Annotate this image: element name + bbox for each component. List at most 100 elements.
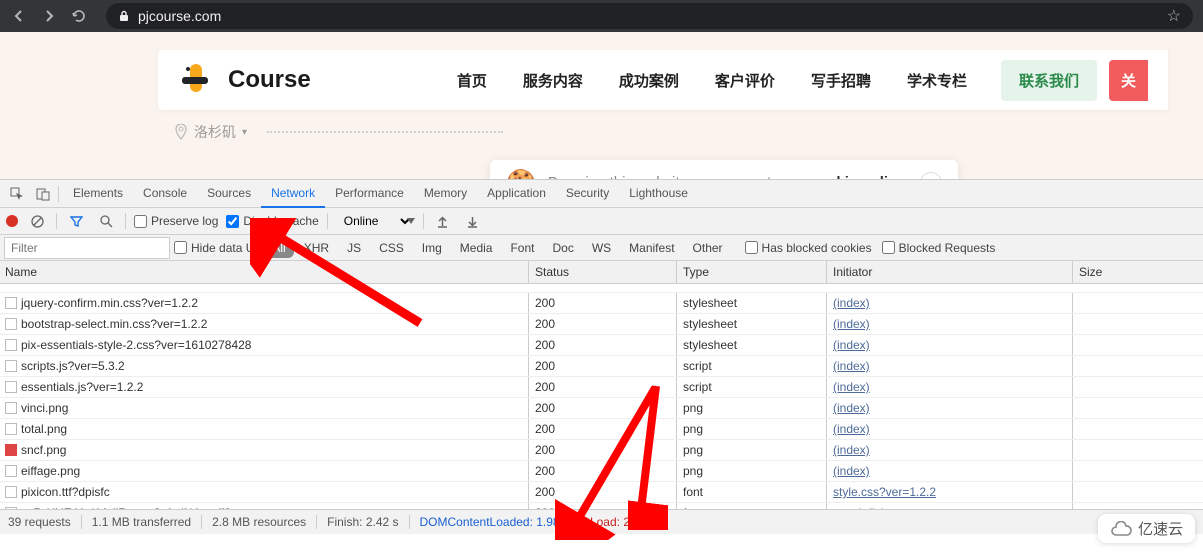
file-icon bbox=[5, 360, 17, 372]
resource-type-chip[interactable]: JS bbox=[339, 238, 369, 258]
devtools-tab[interactable]: Memory bbox=[414, 180, 477, 207]
resource-size bbox=[1073, 419, 1203, 439]
cookie-prefix: By using this website, you agree to our bbox=[548, 174, 810, 179]
resource-name: sncf.png bbox=[21, 443, 66, 457]
search-icon[interactable] bbox=[95, 210, 117, 232]
cookie-close-button[interactable]: ✕ bbox=[920, 172, 942, 180]
resource-size bbox=[1073, 356, 1203, 376]
initiator-link[interactable]: (index) bbox=[833, 380, 870, 394]
initiator-link[interactable]: (index) bbox=[833, 338, 870, 352]
table-row[interactable]: xn7gYHE41ni1AdlRggexSvfedN4.woff2200font… bbox=[0, 503, 1203, 509]
url-bar[interactable]: pjcourse.com ☆ bbox=[106, 3, 1193, 29]
col-status[interactable]: Status bbox=[529, 261, 677, 283]
col-type[interactable]: Type bbox=[677, 261, 827, 283]
nav-link[interactable]: 服务内容 bbox=[523, 70, 583, 91]
file-icon bbox=[5, 465, 17, 477]
forward-button[interactable] bbox=[40, 7, 58, 25]
cookie-icon: 🍪 bbox=[506, 168, 536, 179]
devtools-tab[interactable]: Console bbox=[133, 180, 197, 207]
devtools-tab[interactable]: Security bbox=[556, 180, 619, 207]
table-row[interactable]: sncf.png200png(index) bbox=[0, 440, 1203, 461]
initiator-link[interactable]: (index) bbox=[833, 317, 870, 331]
table-row[interactable]: total.png200png(index) bbox=[0, 419, 1203, 440]
nav-link[interactable]: 客户评价 bbox=[715, 70, 775, 91]
col-name[interactable]: Name bbox=[0, 261, 529, 283]
resource-size bbox=[1073, 314, 1203, 334]
resource-type-chip[interactable]: Manifest bbox=[621, 238, 682, 258]
devtools-tab[interactable]: Lighthouse bbox=[619, 180, 698, 207]
clear-button[interactable] bbox=[26, 210, 48, 232]
about-button[interactable]: 关 bbox=[1109, 60, 1148, 101]
region-label[interactable]: 洛杉矶 bbox=[194, 122, 236, 142]
file-icon bbox=[5, 486, 17, 498]
table-row[interactable]: jquery-confirm.min.css?ver=1.2.2200style… bbox=[0, 293, 1203, 314]
resource-name: bootstrap-select.min.css?ver=1.2.2 bbox=[21, 317, 207, 331]
nav-link[interactable]: 写手招聘 bbox=[811, 70, 871, 91]
file-icon bbox=[5, 318, 17, 330]
resource-type-chip[interactable]: Other bbox=[685, 238, 731, 258]
resource-type-chip[interactable]: Doc bbox=[544, 238, 581, 258]
nav-link[interactable]: 学术专栏 bbox=[907, 70, 967, 91]
initiator-link[interactable]: (index) bbox=[833, 296, 870, 310]
nav-link[interactable]: 首页 bbox=[457, 70, 487, 91]
initiator-link[interactable]: css:-Infinity bbox=[833, 506, 893, 509]
resource-name: xn7gYHE41ni1AdlRggexSvfedN4.woff2 bbox=[21, 506, 231, 509]
resource-type-chip[interactable]: All bbox=[264, 238, 293, 258]
has-blocked-cookies-checkbox[interactable]: Has blocked cookies bbox=[745, 241, 872, 255]
filter-input[interactable] bbox=[4, 237, 170, 259]
table-row[interactable]: pix-essentials-style-2.css?ver=161027842… bbox=[0, 335, 1203, 356]
table-row[interactable]: bootstrap-select.min.css?ver=1.2.2200sty… bbox=[0, 314, 1203, 335]
table-row[interactable]: scripts.js?ver=5.3.2200script(index) bbox=[0, 356, 1203, 377]
initiator-link[interactable]: (index) bbox=[833, 443, 870, 457]
resource-type-chip[interactable]: Media bbox=[452, 238, 501, 258]
initiator-link[interactable]: (index) bbox=[833, 422, 870, 436]
resource-type-chip[interactable]: Font bbox=[502, 238, 542, 258]
watermark: 亿速云 bbox=[1098, 514, 1195, 543]
resource-type: png bbox=[677, 461, 827, 481]
devtools-tab[interactable]: Performance bbox=[325, 180, 414, 207]
upload-har-icon[interactable] bbox=[432, 210, 454, 232]
table-row[interactable]: essentials.js?ver=1.2.2200script(index) bbox=[0, 377, 1203, 398]
resource-size bbox=[1073, 293, 1203, 313]
table-row[interactable] bbox=[0, 284, 1203, 293]
preserve-log-checkbox[interactable]: Preserve log bbox=[134, 214, 218, 228]
table-row[interactable]: pixicon.ttf?dpisfc200fontstyle.css?ver=1… bbox=[0, 482, 1203, 503]
record-button[interactable] bbox=[6, 215, 18, 227]
network-filter-row: Hide data U AllXHRJSCSSImgMediaFontDocWS… bbox=[0, 235, 1203, 261]
nav-link[interactable]: 成功案例 bbox=[619, 70, 679, 91]
reload-button[interactable] bbox=[70, 7, 88, 25]
resource-type-chip[interactable]: WS bbox=[584, 238, 619, 258]
table-row[interactable]: eiffage.png200png(index) bbox=[0, 461, 1203, 482]
logo-text: Course bbox=[228, 66, 311, 94]
cookie-policy-link[interactable]: cookie policy. bbox=[810, 174, 908, 179]
site-logo[interactable]: Course bbox=[178, 59, 311, 101]
contact-button[interactable]: 联系我们 bbox=[1001, 60, 1097, 101]
devtools-tab[interactable]: Elements bbox=[63, 180, 133, 207]
initiator-link[interactable]: (index) bbox=[833, 464, 870, 478]
resource-type-chip[interactable]: Img bbox=[414, 238, 450, 258]
hide-data-checkbox[interactable]: Hide data U bbox=[174, 241, 254, 255]
back-button[interactable] bbox=[10, 7, 28, 25]
devtools-tab[interactable]: Sources bbox=[197, 180, 261, 207]
download-har-icon[interactable] bbox=[462, 210, 484, 232]
devtools-tab[interactable]: Network bbox=[261, 180, 325, 208]
filter-icon[interactable] bbox=[65, 210, 87, 232]
col-initiator[interactable]: Initiator bbox=[827, 261, 1073, 283]
initiator-link[interactable]: (index) bbox=[833, 401, 870, 415]
initiator-link[interactable]: (index) bbox=[833, 359, 870, 373]
inspect-icon[interactable] bbox=[6, 183, 28, 205]
disable-cache-checkbox[interactable]: Disable cache bbox=[226, 214, 318, 228]
device-toggle-icon[interactable] bbox=[32, 183, 54, 205]
resource-type-chip[interactable]: XHR bbox=[296, 238, 337, 258]
blocked-requests-checkbox[interactable]: Blocked Requests bbox=[882, 241, 996, 255]
resource-type-chip[interactable]: CSS bbox=[371, 238, 412, 258]
table-row[interactable]: vinci.png200png(index) bbox=[0, 398, 1203, 419]
throttling-select[interactable]: Online bbox=[336, 211, 413, 231]
devtools-tab[interactable]: Application bbox=[477, 180, 556, 207]
initiator-link[interactable]: style.css?ver=1.2.2 bbox=[833, 485, 936, 499]
resource-type: stylesheet bbox=[677, 314, 827, 334]
status-load: Load: 2.40 s bbox=[590, 515, 656, 529]
resource-name: scripts.js?ver=5.3.2 bbox=[21, 359, 125, 373]
col-size[interactable]: Size bbox=[1073, 261, 1203, 283]
bookmark-star-icon[interactable]: ☆ bbox=[1167, 6, 1181, 26]
